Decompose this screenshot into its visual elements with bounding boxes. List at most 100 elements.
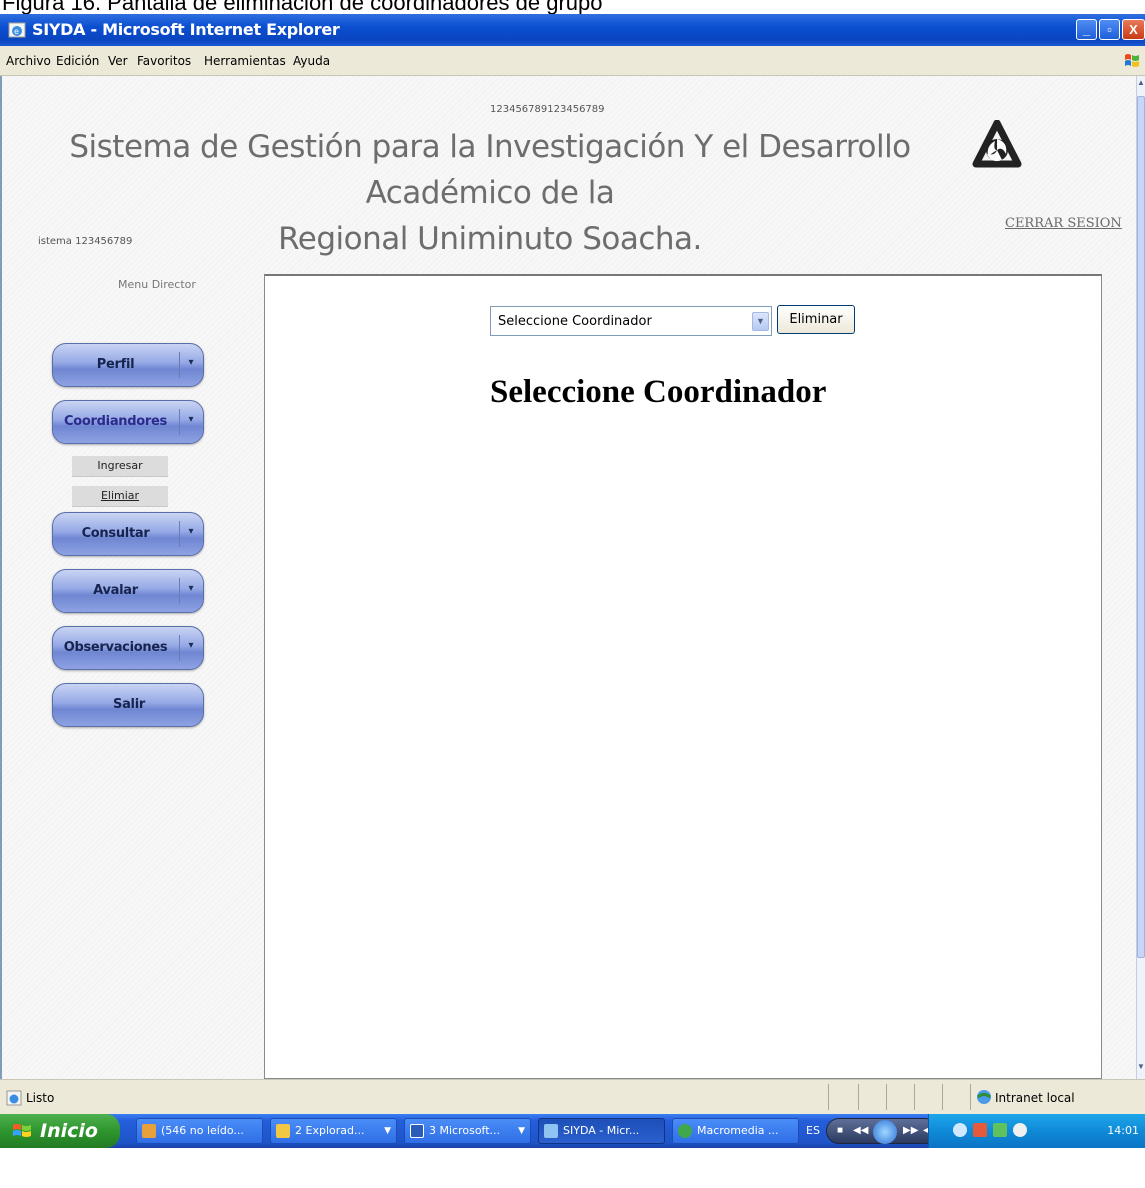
scroll-up-icon[interactable]: ▲ xyxy=(1137,78,1145,92)
start-label: Inicio xyxy=(40,1120,98,1142)
nav-separator xyxy=(179,635,180,661)
nav-separator xyxy=(179,352,180,378)
chevron-down-icon[interactable]: ▾ xyxy=(182,583,200,594)
word-icon xyxy=(410,1124,424,1138)
logout-link[interactable]: CERRAR SESION xyxy=(1005,216,1122,231)
nav-consultar-label: Consultar xyxy=(81,526,150,541)
windows-logo-icon xyxy=(1125,54,1139,67)
coordinator-select-value: Seleccione Coordinador xyxy=(498,314,652,329)
status-panel xyxy=(828,1084,858,1110)
previous-icon[interactable]: ◀◀ xyxy=(853,1125,868,1136)
security-zone: Intranet local xyxy=(995,1091,1075,1105)
taskbar-item-label: (546 no leído... xyxy=(161,1124,244,1137)
user-icon[interactable] xyxy=(993,1123,1007,1137)
nav-coordinadores-label: Coordiandores xyxy=(64,414,167,429)
nav-salir-label: Salir xyxy=(113,697,145,712)
chevron-down-icon[interactable]: ▾ xyxy=(182,414,200,425)
site-title-line-1: Sistema de Gestión para la Investigación… xyxy=(69,129,911,211)
nav-perfil-button[interactable]: Perfil ▾ xyxy=(52,343,204,387)
window-title: SIYDA - Microsoft Internet Explorer xyxy=(32,20,340,39)
status-bar: Listo Intranet local xyxy=(0,1079,1145,1114)
menu-bar: Archivo Edición Ver Favoritos Herramient… xyxy=(0,46,1145,76)
page-heading: Seleccione Coordinador xyxy=(490,374,827,410)
submenu-ingresar[interactable]: Ingresar xyxy=(72,456,168,477)
taskbar: Inicio (546 no leído... 2 Explorad... ▼ … xyxy=(0,1114,1145,1188)
coordinator-select[interactable]: Seleccione Coordinador ▼ xyxy=(490,306,772,336)
taskbar-item[interactable]: 2 Explorad... ▼ xyxy=(270,1118,397,1144)
minimize-button[interactable]: _ xyxy=(1076,19,1097,40)
submenu-eliminar[interactable]: Elimiar xyxy=(72,486,168,507)
scroll-down-icon[interactable]: ▼ xyxy=(1137,1062,1145,1076)
nav-separator xyxy=(179,578,180,604)
figure-caption-text: Figura 16. Pantalla de eliminación de co… xyxy=(2,0,603,14)
windows-flag-icon xyxy=(13,1124,31,1137)
browser-icon xyxy=(142,1124,156,1138)
macromedia-icon xyxy=(678,1124,692,1138)
menu-edicion[interactable]: Edición xyxy=(56,54,99,68)
status-panel xyxy=(914,1084,942,1110)
taskbar-item[interactable]: Macromedia ... xyxy=(672,1118,799,1144)
menu-herramientas[interactable]: Herramientas xyxy=(204,54,286,68)
taskbar-item[interactable]: 3 Microsoft... ▼ xyxy=(404,1118,531,1144)
folder-icon xyxy=(276,1124,290,1138)
intranet-icon xyxy=(977,1090,991,1104)
menu-title: Menu Director xyxy=(118,278,196,291)
nav-avalar-label: Avalar xyxy=(93,583,138,598)
nav-observaciones-label: Observaciones xyxy=(63,640,168,655)
status-panel xyxy=(942,1084,970,1110)
nav-avalar-button[interactable]: Avalar ▾ xyxy=(52,569,204,613)
language-indicator[interactable]: ES xyxy=(806,1124,820,1137)
taskbar-item-label: 2 Explorad... xyxy=(295,1124,365,1137)
update-icon[interactable] xyxy=(1013,1123,1027,1137)
network-icon[interactable] xyxy=(953,1123,967,1137)
site-title-line-2: Regional Uniminuto Soacha. xyxy=(278,221,702,257)
ie-icon xyxy=(544,1124,558,1138)
menu-ver[interactable]: Ver xyxy=(108,54,128,68)
media-player-controls[interactable]: ■ ◀◀ ▶▶ ◂ xyxy=(826,1118,938,1144)
ie-icon: e xyxy=(8,22,26,38)
taskbar-item-label: SIYDA - Micr... xyxy=(563,1124,640,1137)
user-info: istema 123456789 xyxy=(38,236,133,247)
menu-ayuda[interactable]: Ayuda xyxy=(293,54,330,68)
nav-salir-button[interactable]: Salir xyxy=(52,683,204,727)
delete-button[interactable]: Eliminar xyxy=(777,305,855,334)
status-text: Listo xyxy=(26,1091,55,1105)
taskbar-item-active[interactable]: SIYDA - Micr... xyxy=(538,1118,665,1144)
svg-text:e: e xyxy=(14,27,19,36)
menu-archivo[interactable]: Archivo xyxy=(6,54,51,68)
taskbar-item-label: 3 Microsoft... xyxy=(429,1124,501,1137)
status-panel xyxy=(886,1084,914,1110)
ie-page-icon xyxy=(6,1090,22,1106)
system-tray: 14:01 xyxy=(928,1114,1145,1148)
nav-observaciones-button[interactable]: Observaciones ▾ xyxy=(52,626,204,670)
shield-logo-icon xyxy=(972,120,1022,168)
nav-perfil-label: Perfil xyxy=(96,357,135,372)
close-button[interactable]: X xyxy=(1122,19,1145,40)
visit-counter: 123456789123456789 xyxy=(490,104,605,115)
pause-icon[interactable] xyxy=(873,1120,897,1144)
maximize-button[interactable]: ▫ xyxy=(1099,19,1120,40)
taskbar-item-label: Macromedia ... xyxy=(697,1124,779,1137)
figure-caption: Figura 16. Pantalla de eliminación de co… xyxy=(0,0,1145,14)
window-titlebar[interactable]: e SIYDA - Microsoft Internet Explorer _ … xyxy=(0,14,1145,46)
chevron-down-icon[interactable]: ▾ xyxy=(182,640,200,651)
nav-consultar-button[interactable]: Consultar ▾ xyxy=(52,512,204,556)
chevron-down-icon: ▼ xyxy=(384,1126,391,1136)
site-title: Sistema de Gestión para la Investigación… xyxy=(30,124,950,262)
next-icon[interactable]: ▶▶ xyxy=(903,1125,918,1136)
scroll-thumb[interactable] xyxy=(1137,96,1145,958)
vertical-scrollbar[interactable]: ▲ ▼ xyxy=(1136,76,1145,1079)
taskbar-item[interactable]: (546 no leído... xyxy=(136,1118,263,1144)
security-icon[interactable] xyxy=(973,1123,987,1137)
chevron-down-icon[interactable]: ▾ xyxy=(182,526,200,537)
status-panel xyxy=(858,1084,886,1110)
nav-separator xyxy=(179,409,180,435)
clock: 14:01 xyxy=(1107,1124,1139,1137)
nav-separator xyxy=(179,521,180,547)
nav-coordinadores-button[interactable]: Coordiandores ▾ xyxy=(52,400,204,444)
menu-favoritos[interactable]: Favoritos xyxy=(137,54,191,68)
dropdown-arrow-icon[interactable]: ▼ xyxy=(752,312,769,331)
stop-icon[interactable]: ■ xyxy=(837,1125,843,1136)
start-button[interactable]: Inicio xyxy=(0,1114,120,1148)
chevron-down-icon[interactable]: ▾ xyxy=(182,357,200,368)
